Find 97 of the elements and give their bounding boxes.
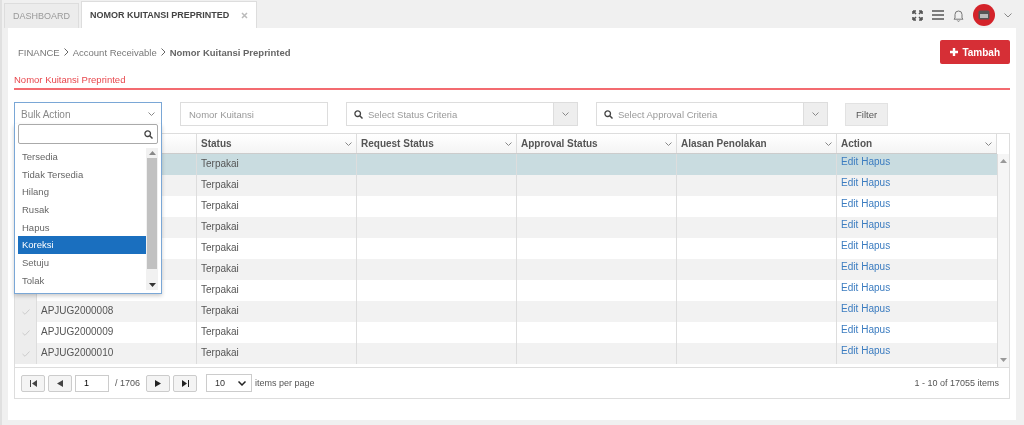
action-link[interactable]: Hapus bbox=[861, 240, 891, 251]
scroll-up-icon[interactable] bbox=[1000, 159, 1007, 163]
tab[interactable]: NOMOR KUITANSI PREPRINTED bbox=[81, 1, 258, 28]
status-criteria-select[interactable]: Select Status Criteria bbox=[346, 102, 578, 126]
action-link[interactable]: Hapus bbox=[861, 345, 891, 356]
action-link[interactable]: Hapus bbox=[861, 282, 891, 293]
page-input[interactable]: 1 bbox=[75, 374, 109, 392]
table-cell: Terpakai bbox=[201, 305, 239, 316]
dropdown-option[interactable]: Koreksi bbox=[18, 236, 146, 255]
breadcrumb-item[interactable]: Account Receivable bbox=[72, 46, 157, 58]
table-cell: Terpakai bbox=[201, 221, 239, 232]
table-cell: Terpakai bbox=[201, 242, 239, 253]
action-link[interactable]: Hapus bbox=[861, 324, 891, 335]
dropdown-option[interactable]: Rusak bbox=[18, 201, 146, 219]
dropdown-option[interactable]: Hapus bbox=[18, 218, 146, 237]
action-link[interactable]: Edit bbox=[841, 219, 859, 230]
column-header[interactable]: Alasan Penolakan bbox=[677, 134, 837, 153]
table-cell: Terpakai bbox=[201, 158, 239, 169]
check-icon[interactable] bbox=[21, 329, 30, 336]
table-cell: Terpakai bbox=[201, 326, 239, 337]
add-button[interactable]: Tambah bbox=[940, 40, 1010, 64]
chevron-down-icon bbox=[985, 141, 992, 146]
next-page-button[interactable] bbox=[146, 374, 171, 392]
table-cell: APJUG2000009 bbox=[41, 326, 114, 337]
chevron-right-icon bbox=[160, 48, 166, 56]
action-link[interactable]: Edit bbox=[841, 303, 859, 314]
action-link[interactable]: Hapus bbox=[861, 156, 891, 167]
search-icon bbox=[604, 109, 613, 119]
column-header[interactable]: Action bbox=[837, 134, 997, 153]
table-cell: APJUG2000010 bbox=[41, 347, 114, 358]
column-header[interactable]: Approval Status bbox=[517, 134, 677, 153]
last-page-button[interactable] bbox=[173, 374, 198, 392]
column-header[interactable]: Request Status bbox=[357, 134, 517, 153]
filter-button[interactable]: Filter bbox=[845, 102, 889, 126]
search-field[interactable] bbox=[18, 124, 158, 144]
action-link[interactable]: Edit bbox=[841, 282, 859, 293]
fullscreen-icon[interactable] bbox=[912, 9, 923, 21]
table-row[interactable]: APJUG2000008 Terpakai Edit Hapus bbox=[15, 301, 997, 322]
triangle-left-icon bbox=[57, 379, 63, 387]
row-checkbox[interactable] bbox=[15, 343, 37, 364]
section-title: Nomor Kuitansi Preprinted bbox=[14, 74, 126, 85]
avatar-icon[interactable] bbox=[973, 4, 995, 26]
action-link[interactable]: Edit bbox=[841, 324, 859, 335]
table-cell: Terpakai bbox=[201, 284, 239, 295]
table-cell: Terpakai bbox=[201, 200, 239, 211]
table-cell: Terpakai bbox=[201, 263, 239, 274]
action-link[interactable]: Edit bbox=[841, 177, 859, 188]
chevron-down-icon bbox=[825, 141, 832, 146]
chevron-down-icon bbox=[562, 112, 569, 116]
scrollbar[interactable] bbox=[146, 148, 158, 290]
action-link[interactable]: Hapus bbox=[861, 219, 891, 230]
column-header[interactable]: Status bbox=[197, 134, 357, 153]
menu-icon[interactable] bbox=[932, 10, 944, 20]
chevron-down-icon bbox=[345, 141, 352, 146]
breadcrumb-item[interactable]: FINANCE bbox=[18, 46, 60, 58]
action-link[interactable]: Edit bbox=[841, 240, 859, 251]
scrollbar[interactable] bbox=[997, 154, 1009, 367]
bell-icon[interactable] bbox=[953, 8, 964, 22]
table-cell: APJUG2000008 bbox=[41, 305, 114, 316]
chevron-down-icon bbox=[148, 112, 155, 116]
page-size-label: items per page bbox=[255, 378, 315, 388]
action-link[interactable]: Edit bbox=[841, 345, 859, 356]
action-link[interactable]: Edit bbox=[841, 198, 859, 209]
approval-criteria-select[interactable]: Select Approval Criteria bbox=[596, 102, 828, 126]
chevron-down-icon bbox=[238, 380, 247, 386]
check-icon[interactable] bbox=[21, 308, 30, 315]
table-cell: Terpakai bbox=[201, 179, 239, 190]
pager-summary: 1 - 10 of 17055 items bbox=[914, 378, 1000, 388]
plus-icon bbox=[950, 48, 959, 56]
action-link[interactable]: Hapus bbox=[861, 261, 891, 272]
chevron-down-icon bbox=[505, 141, 512, 146]
action-link[interactable]: Hapus bbox=[861, 303, 891, 314]
last-page-icon bbox=[181, 379, 189, 387]
close-icon[interactable] bbox=[241, 11, 249, 19]
row-checkbox[interactable] bbox=[15, 301, 37, 322]
breadcrumb-item: Nomor Kuitansi Preprinted bbox=[169, 46, 291, 58]
page-size-select[interactable]: 10 bbox=[206, 374, 253, 392]
action-link[interactable]: Edit bbox=[841, 261, 859, 272]
chevron-right-icon bbox=[63, 48, 69, 56]
action-link[interactable]: Hapus bbox=[861, 198, 891, 209]
table-cell: Terpakai bbox=[201, 347, 239, 358]
scroll-down-icon[interactable] bbox=[148, 282, 156, 287]
first-page-button[interactable] bbox=[21, 374, 45, 392]
first-page-icon bbox=[29, 379, 37, 387]
chevron-down-icon bbox=[812, 112, 819, 116]
chevron-down-icon[interactable] bbox=[1004, 12, 1012, 18]
table-row[interactable]: APJUG2000010 Terpakai Edit Hapus bbox=[15, 343, 997, 364]
action-link[interactable]: Edit bbox=[841, 156, 859, 167]
triangle-right-icon bbox=[155, 379, 162, 387]
search-icon bbox=[354, 109, 363, 119]
page-total: / 1706 bbox=[115, 378, 141, 388]
action-link[interactable]: Hapus bbox=[861, 177, 891, 188]
input-field[interactable]: Nomor Kuitansi bbox=[180, 102, 328, 126]
previous-page-button[interactable] bbox=[48, 374, 72, 392]
check-icon[interactable] bbox=[21, 350, 30, 357]
search-icon bbox=[144, 129, 153, 139]
chevron-down-icon bbox=[665, 141, 672, 146]
